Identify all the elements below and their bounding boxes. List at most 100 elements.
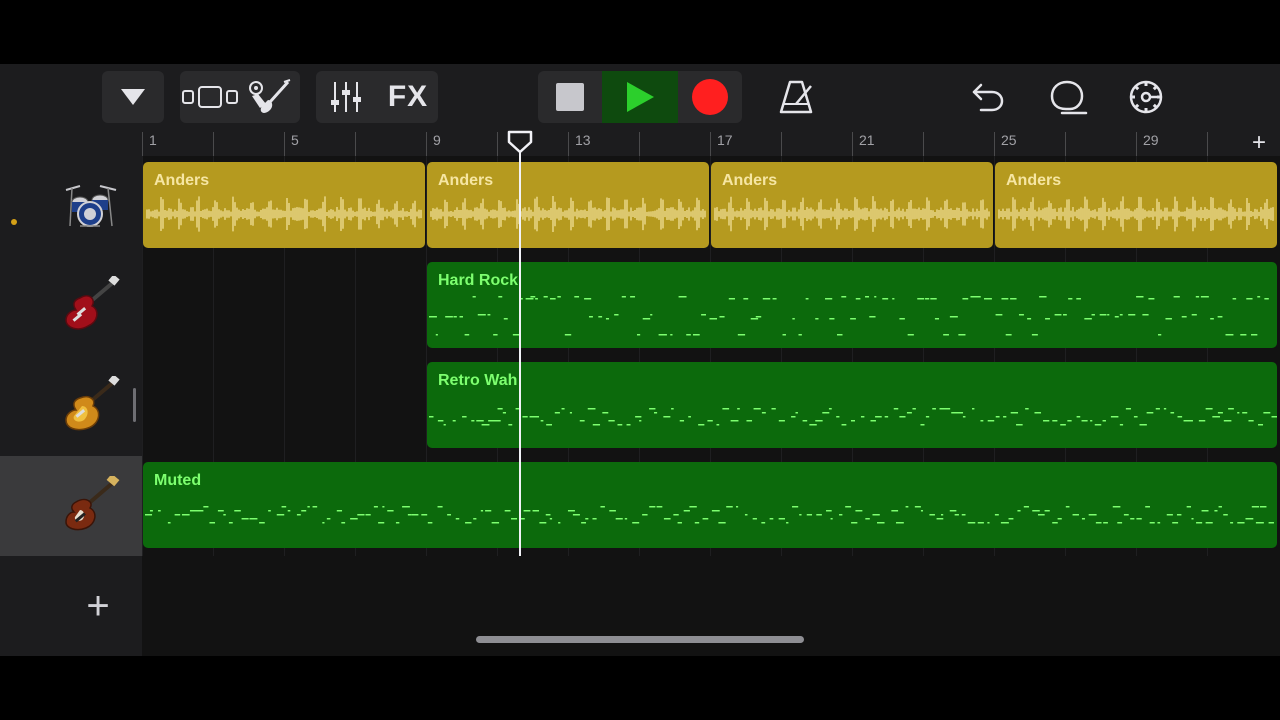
ruler-tick xyxy=(142,132,143,156)
region-label: Hard Rock xyxy=(438,272,519,289)
timeline-ruler[interactable]: 1 5 9 13 17 21 25 29 + xyxy=(142,130,1280,157)
midi-notes xyxy=(429,296,1269,336)
bass-guitar-icon xyxy=(65,476,120,531)
undo-button[interactable] xyxy=(962,71,1014,123)
undo-icon xyxy=(972,83,1004,112)
region-label: Muted xyxy=(154,472,202,489)
track-lane[interactable]: Muted xyxy=(142,456,1280,556)
metronome-button[interactable] xyxy=(770,71,822,123)
audio-region[interactable]: Anders xyxy=(995,162,1277,248)
ruler-bar-number: 21 xyxy=(859,132,875,148)
vertical-scroll-indicator[interactable] xyxy=(133,388,136,422)
mixer-button[interactable] xyxy=(316,71,376,123)
ruler-tick xyxy=(284,132,285,156)
tracks-view-icon xyxy=(182,86,238,108)
ruler-bar-number: 9 xyxy=(433,132,441,148)
tracks-menu-group xyxy=(102,71,164,123)
ruler-tick xyxy=(781,132,782,156)
toolbar: FX xyxy=(0,64,1280,130)
play-icon xyxy=(627,82,654,112)
mixer-sliders-icon xyxy=(331,82,361,112)
ruler-tick xyxy=(852,132,853,156)
lane-gridline xyxy=(213,356,214,456)
gear-icon xyxy=(1129,80,1163,114)
lane-gridline xyxy=(284,356,285,456)
ruler-tick xyxy=(1207,132,1208,156)
region-label: Anders xyxy=(722,172,778,189)
ruler-tick xyxy=(994,132,995,156)
instrument-guitar-icon xyxy=(249,79,291,113)
track-header-electric-guitar[interactable] xyxy=(0,256,142,357)
add-track-button[interactable]: + xyxy=(78,586,118,626)
ruler-tick xyxy=(355,132,356,156)
region-label: Anders xyxy=(438,172,494,189)
ruler-bar-number: 13 xyxy=(575,132,591,148)
loops-button[interactable] xyxy=(1042,71,1094,123)
ruler-tick xyxy=(710,132,711,156)
ruler-tick xyxy=(923,132,924,156)
track-lane[interactable]: Hard Rock xyxy=(142,256,1280,356)
sunburst-electric-guitar-icon xyxy=(65,376,120,431)
midi-region[interactable]: Retro Wah xyxy=(427,362,1277,448)
lane-gridline xyxy=(355,256,356,356)
lane-gridline xyxy=(213,256,214,356)
metronome-icon xyxy=(779,80,813,114)
mix-group: FX xyxy=(316,71,438,123)
region-label: Anders xyxy=(154,172,210,189)
ruler-bar-number: 29 xyxy=(1143,132,1159,148)
tracks-view-button[interactable] xyxy=(180,71,240,123)
audio-region[interactable]: Anders xyxy=(143,162,425,248)
track-activity-dot xyxy=(11,219,17,225)
midi-notes xyxy=(145,506,1274,524)
playhead-line[interactable] xyxy=(519,146,522,556)
transport-group xyxy=(538,71,742,123)
ruler-tick xyxy=(426,132,427,156)
stop-button[interactable] xyxy=(538,71,602,123)
track-lane[interactable]: Anders Anders Anders Anders xyxy=(142,156,1280,256)
play-button[interactable] xyxy=(602,71,678,123)
ruler-tick xyxy=(568,132,569,156)
ruler-bar-number: 17 xyxy=(717,132,733,148)
record-icon xyxy=(692,79,728,115)
settings-button[interactable] xyxy=(1120,71,1172,123)
lane-gridline xyxy=(355,356,356,456)
record-button[interactable] xyxy=(678,71,742,123)
lane-gridline xyxy=(284,256,285,356)
ruler-tick xyxy=(1136,132,1137,156)
ruler-bar-number: 25 xyxy=(1001,132,1017,148)
midi-region[interactable]: Muted xyxy=(143,462,1277,548)
fx-button[interactable]: FX xyxy=(378,71,438,123)
add-section-button[interactable]: + xyxy=(1238,130,1280,156)
audio-region[interactable]: Anders xyxy=(711,162,993,248)
fx-label: FX xyxy=(387,80,429,113)
midi-notes xyxy=(429,408,1277,426)
smart-controls-button[interactable] xyxy=(240,71,300,123)
region-label: Anders xyxy=(1006,172,1062,189)
lane-gridline xyxy=(142,256,143,356)
audio-region[interactable]: Anders xyxy=(427,162,709,248)
region-label: Retro Wah xyxy=(438,372,518,389)
midi-region[interactable]: Hard Rock xyxy=(427,262,1277,348)
ruler-bar-number: 1 xyxy=(149,132,157,148)
track-header-rock-guitar[interactable] xyxy=(0,356,142,457)
drum-kit-icon xyxy=(65,185,117,227)
tracks-menu-button[interactable] xyxy=(102,71,164,123)
stop-icon xyxy=(556,83,584,111)
playhead-handle[interactable] xyxy=(507,130,533,154)
track-header-drums[interactable] xyxy=(0,156,142,257)
add-track-area: + xyxy=(0,556,142,656)
red-electric-guitar-icon xyxy=(65,276,120,330)
track-lane[interactable]: Retro Wah xyxy=(142,356,1280,456)
ruler-tick xyxy=(213,132,214,156)
ruler-tick xyxy=(1065,132,1066,156)
ruler-tick xyxy=(497,132,498,156)
horizontal-scrollbar[interactable] xyxy=(476,636,804,643)
ruler-bar-number: 5 xyxy=(291,132,299,148)
track-header-bass[interactable] xyxy=(0,456,142,557)
view-group xyxy=(180,71,300,123)
ruler-tick xyxy=(639,132,640,156)
loop-icon xyxy=(1050,80,1088,115)
triangle-down-icon xyxy=(121,89,145,105)
tracks-area: Anders Anders Anders Anders Hard Rock Retro W… xyxy=(0,156,1280,557)
garageband-app: FX 1 5 9 13 17 21 25 29 + Anders Anders … xyxy=(0,64,1280,656)
